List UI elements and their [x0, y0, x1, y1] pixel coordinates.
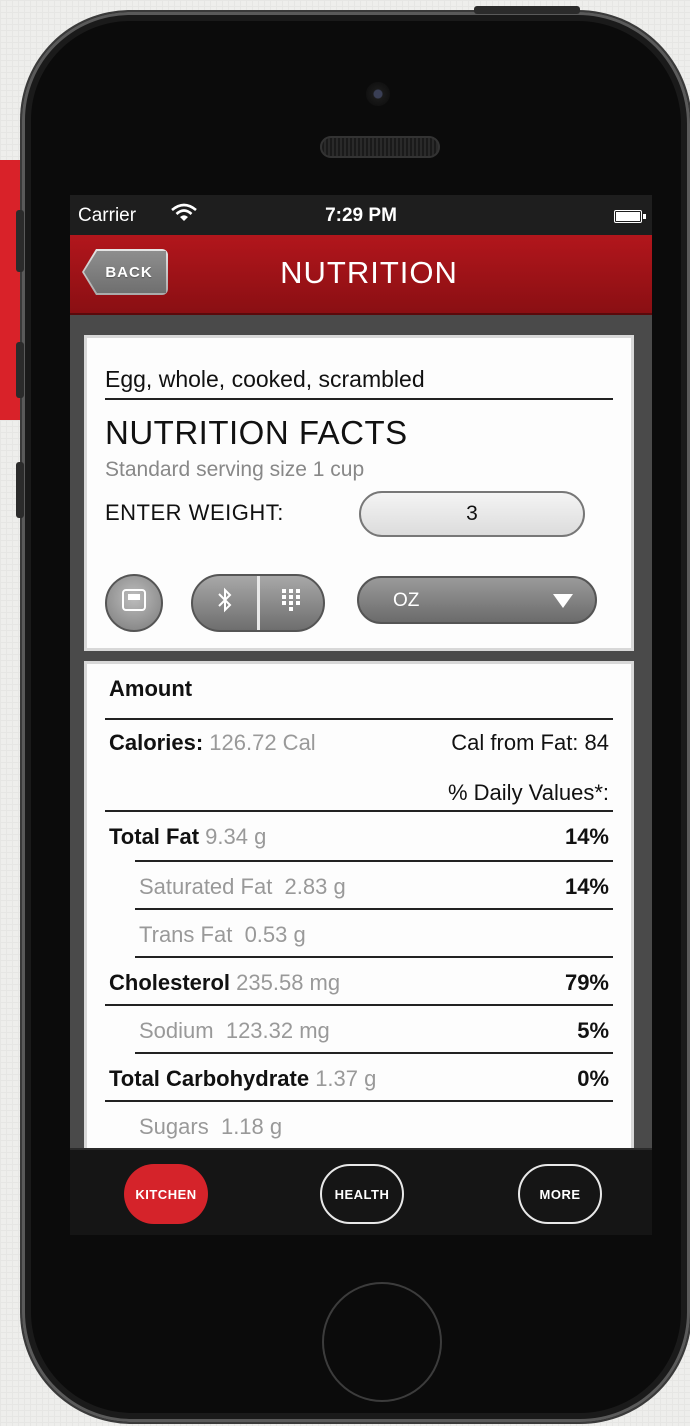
- nutrient-row-cholesterol: Cholesterol 235.58 mg 79%: [87, 958, 631, 1006]
- tab-more[interactable]: MORE: [518, 1164, 602, 1224]
- tab-kitchen[interactable]: KITCHEN: [124, 1164, 208, 1224]
- clock: 7:29 PM: [325, 205, 397, 226]
- food-name: Egg, whole, cooked, scrambled: [105, 366, 425, 392]
- enter-weight-label: ENTER WEIGHT:: [105, 500, 284, 525]
- nutrient-label: Total Carbohydrate: [109, 1066, 310, 1091]
- weight-input[interactable]: 3: [359, 491, 585, 537]
- nutrient-label: Sodium: [139, 1018, 214, 1043]
- serving-size: Standard serving size 1 cup: [105, 458, 365, 481]
- calories-row: Calories: 126.72 Cal Cal from Fat: 84: [87, 718, 631, 766]
- battery-icon: [614, 210, 646, 223]
- nutrient-value: 2.83 g: [284, 874, 346, 899]
- nutrient-percent: 14%: [564, 824, 609, 849]
- bluetooth-button[interactable]: [193, 576, 257, 630]
- nav-bar: BACK NUTRITION: [70, 235, 652, 313]
- nutrient-value: 9.34 g: [205, 824, 267, 849]
- unit-select[interactable]: OZ: [357, 576, 597, 624]
- nutrient-percent: 14%: [564, 874, 609, 899]
- scale-icon: [121, 588, 147, 618]
- nutrient-label: Sugars: [139, 1114, 209, 1139]
- nutrition-facts-title: NUTRITION FACTS: [105, 414, 408, 451]
- nutrient-value: 123.32 mg: [225, 1018, 330, 1043]
- input-mode-toggle: [191, 574, 325, 632]
- front-camera: [366, 82, 390, 106]
- amount-header: Amount: [109, 676, 193, 701]
- nutrient-percent: 5%: [577, 1018, 609, 1043]
- nutrient-value: 0.53 g: [244, 922, 306, 947]
- nutrient-row-trans-fat: Trans Fat 0.53 g: [87, 910, 631, 958]
- nutrient-value: 235.58 mg: [236, 970, 341, 995]
- unit-value: OZ: [393, 590, 420, 611]
- home-button[interactable]: [322, 1282, 442, 1402]
- earpiece-speaker: [320, 136, 440, 158]
- food-entry-panel: Egg, whole, cooked, scrambled NUTRITION …: [84, 335, 634, 651]
- page-title: NUTRITION: [280, 255, 458, 290]
- mute-switch: [16, 210, 24, 272]
- app-screen: Carrier 7:29 PM BACK NUTRITION Egg, whol…: [70, 195, 652, 1235]
- nutrient-label: Total Fat: [109, 824, 200, 849]
- nutrient-value: 1.37 g: [315, 1066, 377, 1091]
- nutrient-value: 1.18 g: [220, 1114, 283, 1139]
- keypad-button[interactable]: [256, 576, 324, 630]
- nutrient-row-saturated-fat: Saturated Fat 2.83 g 14%: [87, 862, 631, 910]
- nutrient-label: Cholesterol: [109, 970, 231, 995]
- nutrient-row-total-carbohydrate: Total Carbohydrate 1.37 g 0%: [87, 1054, 631, 1102]
- nutrition-table: Amount Calories: 126.72 Cal Cal from Fat…: [84, 661, 634, 1161]
- nutrient-row-total-fat: Total Fat 9.34 g 14%: [87, 812, 631, 860]
- volume-down-button: [16, 462, 24, 518]
- daily-values-label: % Daily Values*:: [448, 780, 609, 805]
- cal-from-fat: Cal from Fat: 84: [451, 730, 609, 755]
- calories-value: 126.72 Cal: [209, 730, 316, 755]
- chevron-down-icon: [553, 594, 573, 608]
- daily-values-row: % Daily Values*:: [87, 768, 631, 816]
- tab-bar: KITCHEN HEALTH MORE: [70, 1148, 652, 1235]
- nutrient-row-sugars: Sugars 1.18 g: [87, 1102, 631, 1150]
- nutrient-percent: 0%: [577, 1066, 609, 1091]
- volume-up-button: [16, 342, 24, 398]
- keypad-icon: [281, 588, 301, 618]
- nutrient-label: Trans Fat: [139, 922, 233, 947]
- status-bar: Carrier 7:29 PM: [70, 195, 652, 235]
- divider: [105, 398, 613, 400]
- nutrient-row-sodium: Sodium 123.32 mg 5%: [87, 1006, 631, 1054]
- bluetooth-icon: [217, 587, 233, 619]
- scale-button[interactable]: [105, 574, 163, 632]
- nutrient-label: Saturated Fat: [139, 874, 273, 899]
- tab-health[interactable]: HEALTH: [320, 1164, 404, 1224]
- calories-label: Calories:: [109, 730, 204, 755]
- amount-header-row: Amount: [87, 664, 631, 712]
- power-button: [474, 6, 580, 14]
- nutrient-percent: 79%: [564, 970, 609, 995]
